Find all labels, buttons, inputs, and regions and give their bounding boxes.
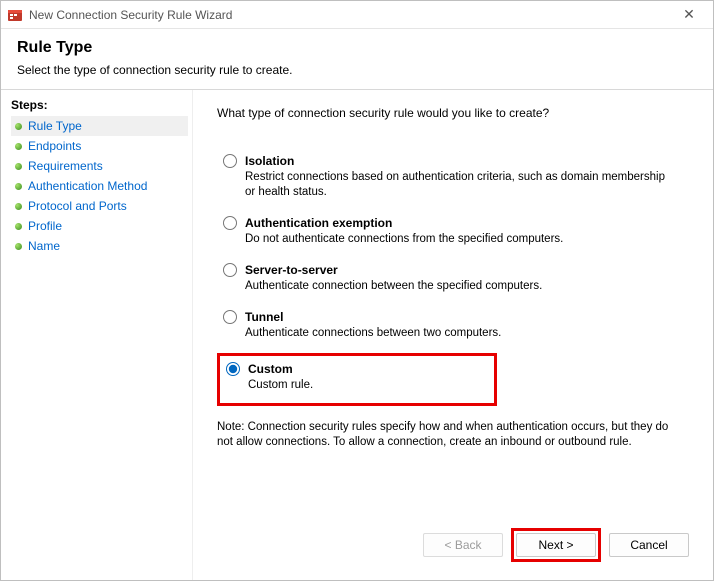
- bullet-icon: [15, 243, 22, 250]
- radio-auth-exemption[interactable]: [223, 216, 237, 230]
- note-text: Note: Connection security rules specify …: [217, 420, 687, 451]
- option-desc: Authenticate connections between two com…: [245, 326, 675, 341]
- bullet-icon: [15, 183, 22, 190]
- option-auth-exemption[interactable]: Authentication exemption Do not authenti…: [217, 210, 689, 257]
- step-label: Endpoints: [28, 139, 81, 153]
- option-tunnel[interactable]: Tunnel Authenticate connections between …: [217, 304, 689, 351]
- bullet-icon: [15, 203, 22, 210]
- option-label: Server-to-server: [245, 263, 338, 277]
- radio-custom[interactable]: [226, 362, 240, 376]
- button-bar: < Back Next > Cancel: [217, 516, 689, 570]
- step-label: Authentication Method: [28, 179, 147, 193]
- option-label: Authentication exemption: [245, 216, 392, 230]
- option-desc: Do not authenticate connections from the…: [245, 232, 675, 247]
- option-label: Tunnel: [245, 310, 283, 324]
- steps-sidebar: Steps: Rule Type Endpoints Requirements …: [1, 90, 193, 580]
- option-isolation[interactable]: Isolation Restrict connections based on …: [217, 148, 689, 210]
- steps-heading: Steps:: [11, 98, 188, 112]
- step-profile[interactable]: Profile: [11, 216, 188, 236]
- title-bar: New Connection Security Rule Wizard ✕: [1, 1, 713, 29]
- step-rule-type[interactable]: Rule Type: [11, 116, 188, 136]
- option-desc: Custom rule.: [248, 378, 488, 393]
- cancel-button[interactable]: Cancel: [609, 533, 689, 557]
- bullet-icon: [15, 143, 22, 150]
- bullet-icon: [15, 163, 22, 170]
- app-icon: [7, 7, 23, 23]
- main-panel: What type of connection security rule wo…: [193, 90, 713, 580]
- question-text: What type of connection security rule wo…: [217, 106, 689, 120]
- step-label: Profile: [28, 219, 62, 233]
- window-title: New Connection Security Rule Wizard: [29, 8, 232, 22]
- step-label: Protocol and Ports: [28, 199, 127, 213]
- bullet-icon: [15, 123, 22, 130]
- radio-server-to-server[interactable]: [223, 263, 237, 277]
- step-authentication-method[interactable]: Authentication Method: [11, 176, 188, 196]
- close-icon[interactable]: ✕: [671, 6, 707, 23]
- option-label: Isolation: [245, 154, 294, 168]
- step-protocol-and-ports[interactable]: Protocol and Ports: [11, 196, 188, 216]
- option-desc: Restrict connections based on authentica…: [245, 170, 675, 200]
- options-group: Isolation Restrict connections based on …: [217, 148, 689, 406]
- radio-tunnel[interactable]: [223, 310, 237, 324]
- option-custom[interactable]: Custom Custom rule.: [217, 353, 497, 406]
- step-label: Requirements: [28, 159, 103, 173]
- page-subtitle: Select the type of connection security r…: [17, 63, 697, 77]
- step-label: Rule Type: [28, 119, 82, 133]
- step-label: Name: [28, 239, 60, 253]
- page-header: Rule Type Select the type of connection …: [1, 29, 713, 90]
- next-button[interactable]: Next >: [516, 533, 596, 557]
- option-label: Custom: [248, 362, 293, 376]
- page-title: Rule Type: [17, 39, 697, 57]
- back-button: < Back: [423, 533, 503, 557]
- step-endpoints[interactable]: Endpoints: [11, 136, 188, 156]
- option-desc: Authenticate connection between the spec…: [245, 279, 675, 294]
- step-requirements[interactable]: Requirements: [11, 156, 188, 176]
- next-highlight: Next >: [511, 528, 601, 562]
- option-server-to-server[interactable]: Server-to-server Authenticate connection…: [217, 257, 689, 304]
- bullet-icon: [15, 223, 22, 230]
- radio-isolation[interactable]: [223, 154, 237, 168]
- step-name[interactable]: Name: [11, 236, 188, 256]
